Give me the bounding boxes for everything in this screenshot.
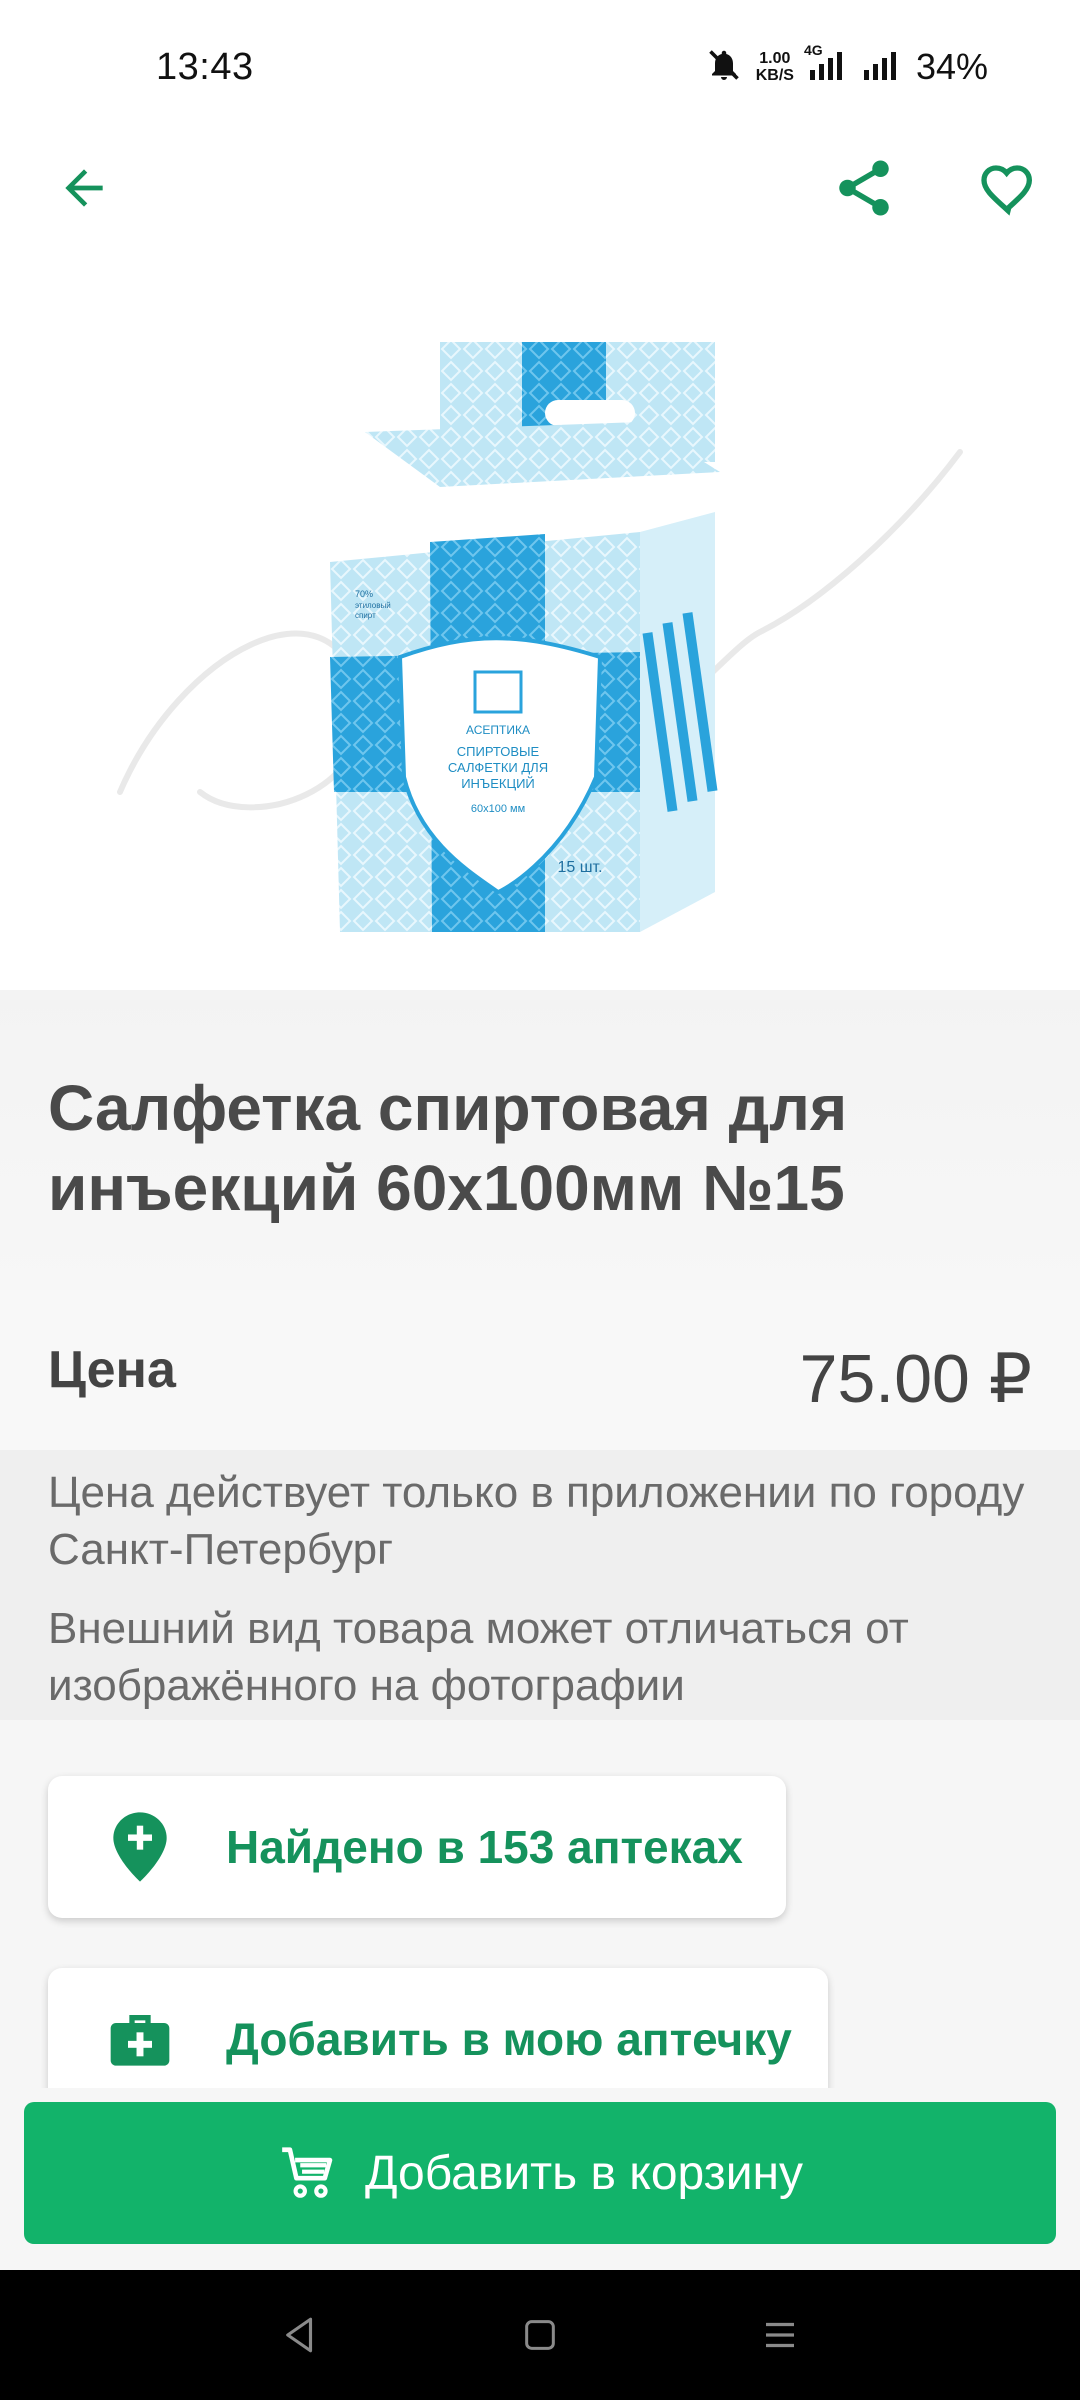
price-label: Цена (48, 1341, 176, 1399)
net-speed-value: 1.00 (759, 50, 791, 67)
product-image: АСЕПТИКА СПИРТОВЫЕ САЛФЕТКИ ДЛЯ ИНЪЕКЦИЙ… (0, 272, 1080, 990)
cart-label: Добавить в корзину (364, 2146, 804, 2200)
network-type: 4G (803, 41, 823, 58)
svg-text:15 шт.: 15 шт. (557, 859, 602, 876)
found-in-pharmacies-button[interactable]: Найдено в 153 аптеках (48, 1776, 786, 1918)
share-button[interactable] (816, 140, 912, 236)
svg-text:САЛФЕТКИ ДЛЯ: САЛФЕТКИ ДЛЯ (448, 760, 548, 775)
signal-icon (862, 48, 902, 87)
share-icon (839, 160, 889, 216)
product-title: Салфетка спиртовая для инъекций 60х100мм… (48, 1072, 848, 1224)
price-note: Цена действует только в приложении по го… (48, 1468, 1025, 1574)
back-arrow-icon (65, 169, 103, 207)
nav-back-button[interactable] (279, 2314, 321, 2356)
status-icons: 1.00 KB/S 4G 34% (706, 42, 988, 88)
back-button[interactable] (36, 140, 132, 236)
svg-text:ИНЪЕКЦИЙ: ИНЪЕКЦИЙ (461, 776, 535, 791)
alcohol-wipes-box-image: АСЕПТИКА СПИРТОВЫЕ САЛФЕТКИ ДЛЯ ИНЪЕКЦИЙ… (117, 342, 963, 932)
svg-text:АСЕПТИКА: АСЕПТИКА (466, 723, 530, 737)
battery-level: 34% (915, 46, 988, 87)
net-speed-unit: KB/S (755, 67, 794, 84)
found-label: Найдено в 153 аптеках (226, 1821, 743, 1873)
first-aid-kit-icon (96, 1995, 184, 2083)
cart-icon (282, 2147, 333, 2198)
svg-text:60x100 мм: 60x100 мм (471, 803, 525, 815)
mute-bell-icon (706, 47, 742, 88)
favorite-button[interactable] (960, 140, 1056, 236)
app-bar (0, 130, 1080, 270)
nav-home-button[interactable] (520, 2315, 560, 2355)
svg-text:спирт: спирт (355, 611, 376, 620)
svg-text:СПИРТОВЫЕ: СПИРТОВЫЕ (457, 744, 540, 759)
menu-lines-icon (765, 2322, 794, 2348)
pin-plus-icon (96, 1803, 184, 1891)
svg-text:70%: 70% (355, 589, 373, 599)
heart-icon (981, 165, 1033, 216)
nav-menu-button[interactable] (759, 2314, 801, 2356)
net-speed: 1.00 KB/S (756, 50, 794, 84)
add-to-cart-button[interactable]: Добавить в корзину (24, 2102, 1056, 2244)
price-value: 75.00 ₽ (799, 1341, 1032, 1417)
image-note: Внешний вид товара может отличаться от и… (48, 1604, 909, 1710)
home-square-icon (525, 2320, 555, 2350)
kit-label: Добавить в мою аптечку (226, 2013, 792, 2065)
status-time: 13:43 (156, 46, 254, 88)
svg-text:этиловый: этиловый (355, 601, 391, 610)
signal-4g-icon: 4G (804, 42, 848, 87)
system-navigation-bar (0, 2270, 1080, 2400)
back-triangle-icon (286, 2317, 313, 2353)
